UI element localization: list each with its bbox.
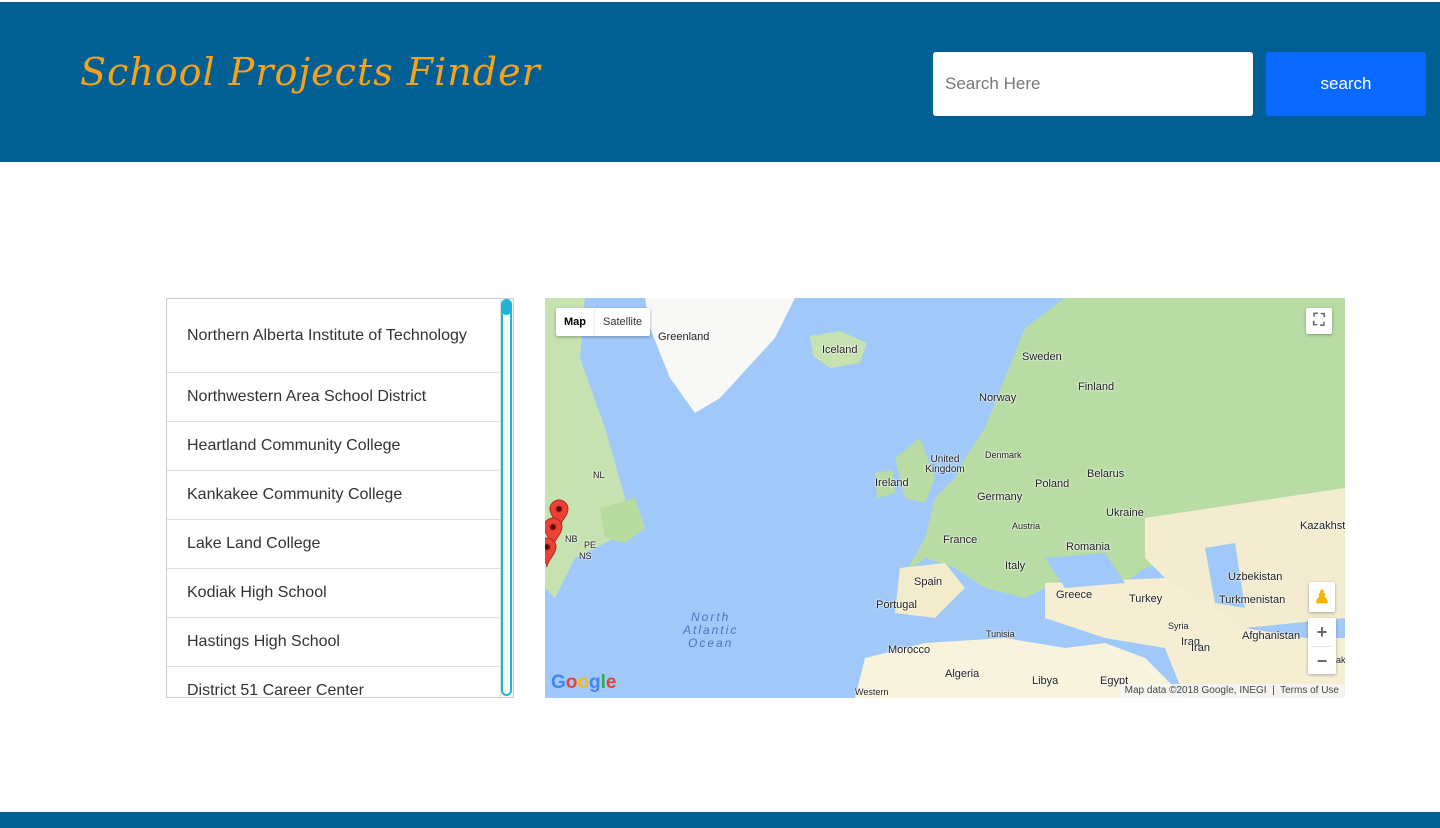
map-label: Algeria bbox=[945, 668, 980, 680]
map-label: NS bbox=[579, 551, 592, 561]
map-label: PE bbox=[584, 540, 597, 550]
map-label: Kazakhstan bbox=[1300, 520, 1345, 532]
map-label: Morocco bbox=[888, 644, 931, 656]
map-label: Greenland bbox=[658, 331, 710, 343]
list-item[interactable]: District 51 Career Center bbox=[167, 667, 502, 697]
map-type-map[interactable]: Map bbox=[556, 308, 595, 336]
footer bbox=[0, 812, 1440, 828]
search-button[interactable]: search bbox=[1266, 52, 1426, 116]
list-item[interactable]: Lake Land College bbox=[167, 520, 502, 569]
scrollbar[interactable] bbox=[500, 299, 513, 697]
list-item[interactable]: Heartland Community College bbox=[167, 422, 502, 471]
map-label: Germany bbox=[977, 491, 1023, 503]
zoom-control: + − bbox=[1308, 618, 1336, 674]
map-label: Libya bbox=[1032, 675, 1059, 687]
map-land bbox=[545, 298, 1345, 698]
map-type-satellite[interactable]: Satellite bbox=[595, 308, 650, 336]
map-label: Tunisia bbox=[986, 629, 1015, 639]
scrollbar-thumb-cap[interactable] bbox=[501, 299, 512, 315]
map-label: Uzbekistan bbox=[1228, 571, 1283, 583]
site-title: School Projects Finder bbox=[80, 50, 541, 94]
terms-link[interactable]: Terms of Use bbox=[1280, 685, 1339, 696]
map-label: Belarus bbox=[1087, 468, 1125, 480]
list-item[interactable]: Northwestern Area School District bbox=[167, 373, 502, 422]
list-item[interactable]: Kodiak High School bbox=[167, 569, 502, 618]
map-label: Finland bbox=[1078, 381, 1115, 393]
map-label: Poland bbox=[1035, 478, 1070, 490]
zoom-out-button[interactable]: − bbox=[1311, 646, 1333, 674]
map-label: France bbox=[943, 534, 978, 546]
map-label: United Kingdom bbox=[925, 454, 965, 475]
fullscreen-icon[interactable]: ⛶ bbox=[1306, 308, 1332, 334]
map-label: Norway bbox=[979, 392, 1017, 404]
map-label: Syria bbox=[1168, 621, 1189, 631]
list-item[interactable]: Northern Alberta Institute of Technology bbox=[167, 299, 502, 373]
list-item[interactable]: Hastings High School bbox=[167, 618, 502, 667]
map-label: Greece bbox=[1056, 589, 1093, 601]
map-label: Turkmenistan bbox=[1219, 594, 1286, 606]
map-label: NL bbox=[593, 470, 605, 480]
scrollbar-thumb[interactable] bbox=[501, 299, 512, 696]
ocean-label: North Atlantic Ocean bbox=[683, 611, 738, 650]
search-input[interactable] bbox=[933, 52, 1253, 116]
zoom-in-button[interactable]: + bbox=[1317, 618, 1328, 646]
map-attribution: Map data ©2018 Google, INEGI | Terms of … bbox=[1118, 684, 1345, 698]
google-logo: Google bbox=[551, 672, 617, 693]
map-label: Portugal bbox=[876, 599, 917, 611]
map-label: Ireland bbox=[875, 477, 909, 489]
school-list: Northern Alberta Institute of Technology… bbox=[166, 298, 514, 698]
ocean-label-line: Ocean bbox=[688, 636, 734, 650]
map-label: Austria bbox=[1012, 521, 1041, 531]
map-label: Turkey bbox=[1129, 593, 1163, 605]
pegman-icon[interactable]: ♟ bbox=[1309, 582, 1335, 612]
map-label: Denmark bbox=[985, 450, 1022, 460]
map[interactable]: Greenland Iceland Sweden Finland Norway … bbox=[545, 298, 1345, 698]
list-item[interactable]: Kankakee Community College bbox=[167, 471, 502, 520]
header: School Projects Finder search bbox=[0, 2, 1440, 162]
map-marker bbox=[545, 537, 557, 568]
map-label: Western bbox=[855, 687, 889, 697]
attribution-text: Map data ©2018 Google, INEGI bbox=[1124, 685, 1267, 696]
map-markers bbox=[545, 499, 569, 568]
map-label: Afghanistan bbox=[1242, 630, 1301, 642]
map-label: Romania bbox=[1066, 541, 1111, 553]
map-label: Italy bbox=[1005, 560, 1026, 572]
map-label: Ukraine bbox=[1106, 507, 1144, 519]
map-label: Spain bbox=[914, 576, 943, 588]
map-label: Iran bbox=[1191, 642, 1210, 654]
map-type-control: Map Satellite bbox=[556, 308, 651, 336]
map-label: Iceland bbox=[822, 344, 858, 356]
map-label: Sweden bbox=[1022, 351, 1062, 363]
